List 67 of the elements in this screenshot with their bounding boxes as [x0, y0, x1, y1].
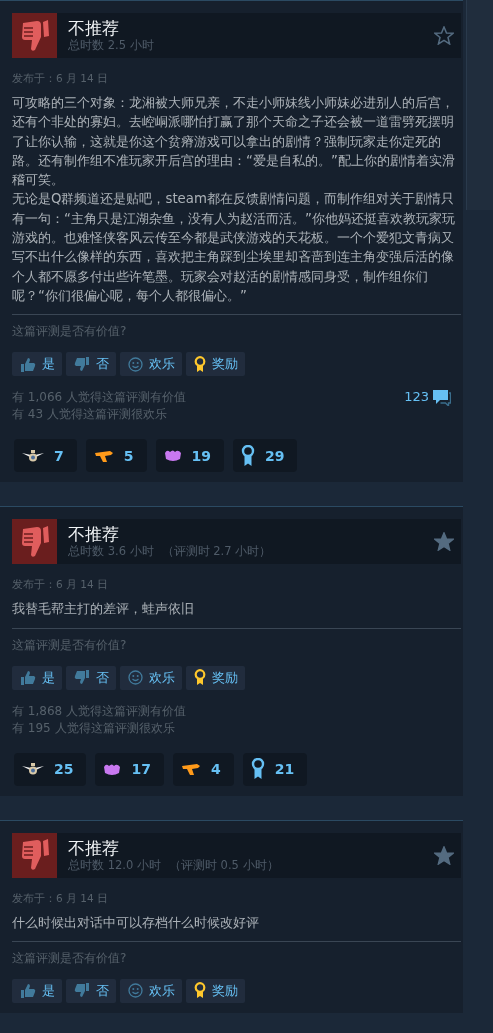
heart-hands-icon	[103, 762, 122, 776]
playtime-text: 总时数 3.6 小时	[68, 544, 154, 560]
review-paragraph: 什么时候出对话中可以存档什么时候改好评	[12, 913, 260, 932]
verdict-title: 不推荐	[68, 18, 120, 38]
comments-link[interactable]: 123	[404, 389, 451, 424]
winged-medal-icon	[22, 448, 44, 463]
funny-button[interactable]: 欢乐	[120, 352, 182, 377]
review-playtime-text: （评测时 0.5 小时）	[168, 857, 279, 873]
pistol-icon	[93, 448, 114, 463]
heart-hands-icon	[163, 449, 182, 463]
no-button[interactable]: 否	[66, 665, 116, 690]
winged-medal-icon	[22, 762, 44, 777]
thumbs-down-icon	[12, 832, 57, 878]
helpful-question: 这篇评测是否有价值?	[12, 636, 128, 654]
review-paragraph: 可攻略的三个对象：龙湘被大师兄亲，不走小师妹线小师妹必进别人的后宫，还有个非处的寡妇。去崆峒派哪怕打赢了那个天命之子还会被一道雷劈死摆明了让你认输，这就是你这个贫瘠游戏可以拿出的剧情？强制玩家走你定死的路。还有制作组不准玩家开后宫的理由：“爱是自私的。”配上你的剧情着实滑稽可笑。	[12, 94, 456, 190]
award-ribbon-icon	[194, 355, 206, 373]
review-playtime-text: （评测时 2.7 小时）	[161, 544, 272, 560]
smiley-icon	[128, 983, 143, 999]
thumbs-down-icon	[74, 983, 90, 999]
review-paragraph: 我替毛帮主打的差评，蛙声依旧	[12, 600, 195, 619]
funny-count: 有 195 人觉得这篇评测很欢乐	[12, 719, 176, 737]
helpful-question: 这篇评测是否有价值?	[12, 949, 128, 967]
funny-button[interactable]: 欢乐	[120, 978, 182, 1003]
award-badge[interactable]: 5	[85, 439, 147, 473]
playtime-text: 总时数 2.5 小时	[68, 38, 154, 53]
award-ribbon-icon	[194, 669, 206, 687]
helpful-count: 有 1,868 人觉得这篇评测有价值	[12, 702, 187, 720]
playtime-text: 总时数 12.0 小时	[68, 857, 161, 873]
thumbs-down-icon	[74, 356, 90, 372]
thumbs-down-icon	[74, 670, 90, 686]
yes-button[interactable]: 是	[12, 352, 62, 377]
award-badge[interactable]: 19	[155, 439, 224, 473]
thumbs-up-icon	[20, 983, 36, 999]
award-badge[interactable]: 29	[233, 439, 298, 473]
yes-button[interactable]: 是	[12, 978, 62, 1003]
funny-count: 有 43 人觉得这篇评测很欢乐	[12, 406, 168, 424]
award-ribbon-icon	[194, 982, 206, 1000]
pistol-icon	[180, 762, 201, 777]
funny-button[interactable]: 欢乐	[120, 665, 182, 690]
award-button[interactable]: 奖励	[186, 978, 245, 1003]
yes-button[interactable]: 是	[12, 665, 62, 690]
award-badge[interactable]: 25	[14, 752, 87, 786]
no-button[interactable]: 否	[66, 352, 116, 377]
star-icon[interactable]	[434, 26, 454, 45]
award-button[interactable]: 奖励	[186, 665, 245, 690]
thumbs-up-icon	[20, 356, 36, 372]
star-icon[interactable]	[434, 845, 454, 865]
award-ribbon-icon	[250, 758, 265, 781]
smiley-icon	[128, 356, 143, 372]
award-button[interactable]: 奖励	[186, 352, 245, 377]
award-badge[interactable]: 4	[172, 752, 234, 786]
award-badge[interactable]: 17	[95, 752, 164, 786]
verdict-title: 不推荐	[68, 524, 120, 545]
comment-icon	[432, 389, 451, 407]
review-paragraph: 无论是Q群频道还是贴吧，steam都在反馈剧情问题，而制作组对关于剧情只有一句：“主角只是江湖杂鱼，没有人为赵活而活。”你他妈还挺喜欢教玩家玩游戏的。也难怪侠客风云传至今都是武侠游戏的天花板。一个个爱犯文青病又写不出什么像样的东西，喜欢把主角踩到尘埃里却吝啬到连主角变强后活的像个人都不愿多付出些许笔墨。玩家会对赵活的剧情感同身受，制作组你们呢？“你们很偏心呢，每个人都很偏心。”	[12, 190, 456, 305]
no-button[interactable]: 否	[66, 978, 116, 1003]
thumbs-up-icon	[20, 670, 36, 686]
smiley-icon	[128, 670, 143, 686]
helpful-count: 有 1,066 人觉得这篇评测有价值	[12, 389, 187, 407]
thumbs-down-icon	[12, 519, 57, 565]
thumbs-down-icon	[12, 13, 57, 58]
award-badge[interactable]: 21	[242, 752, 308, 786]
award-badge[interactable]: 7	[14, 439, 77, 473]
star-icon[interactable]	[434, 532, 454, 552]
award-ribbon-icon	[241, 444, 255, 467]
helpful-question: 这篇评测是否有价值?	[12, 323, 128, 341]
verdict-title: 不推荐	[68, 837, 120, 858]
